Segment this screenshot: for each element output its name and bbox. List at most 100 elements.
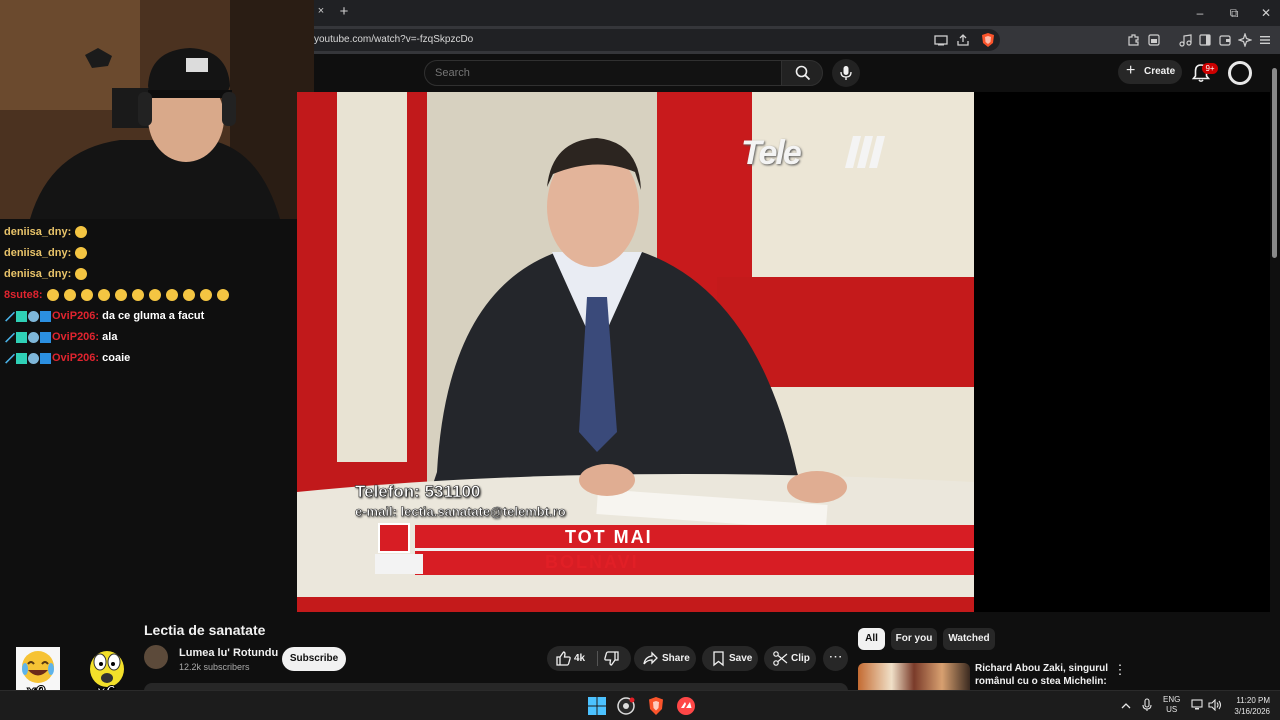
banner-line-2: BOLNAVI <box>545 552 639 572</box>
create-button[interactable]: + Create <box>1118 60 1182 84</box>
cube-badge-icon <box>40 352 51 364</box>
chat-username: deniisa_dny <box>4 268 68 280</box>
brave-shield-icon[interactable] <box>980 32 996 48</box>
chip-for-you[interactable]: For you <box>891 628 937 650</box>
like-count: 4k <box>574 653 586 664</box>
chat-text: coaie <box>102 352 131 364</box>
dislike-button[interactable] <box>603 650 620 667</box>
new-tab-button[interactable]: + <box>336 3 352 21</box>
search-button[interactable] <box>781 60 823 86</box>
clip-label: Clip <box>791 653 810 664</box>
email-overlay-text: e-mail: lectia.sanatate@telembt.ro <box>355 504 566 520</box>
surprised-emote-icon <box>114 289 127 302</box>
sword-badge-icon <box>5 353 15 364</box>
chat-username: deniisa_dny <box>4 226 68 238</box>
bookmark-icon <box>713 651 724 667</box>
share-icon <box>643 651 658 665</box>
surprised-emote-icon <box>63 289 76 302</box>
laughing-emote-icon <box>75 247 88 260</box>
surprised-emote-icon <box>46 289 59 302</box>
address-bar[interactable]: youtube.com/watch?v=-fzqSkpzcDo <box>314 29 1000 51</box>
minimize-button[interactable]: – <box>1190 5 1210 21</box>
tab-manager-icon[interactable] <box>1147 33 1161 47</box>
subscribe-button[interactable]: Subscribe <box>282 647 346 671</box>
notification-count-badge: 9+ <box>1202 63 1218 74</box>
chat-message: OviP206: ala <box>0 327 300 348</box>
wallet-icon[interactable] <box>1218 33 1232 47</box>
leo-ai-icon[interactable] <box>1238 33 1252 47</box>
cast-icon[interactable] <box>934 33 948 47</box>
surprised-emote-icon <box>199 289 212 302</box>
surprised-emote-icon <box>97 289 110 302</box>
more-actions-button[interactable]: ⋯ <box>823 646 848 671</box>
subscriber-count: 12.2k subscribers <box>179 662 250 672</box>
video-player[interactable]: Tele Telefon: 531100 e-mail: lectia.sana… <box>297 92 974 612</box>
channel-avatar[interactable] <box>144 645 168 669</box>
create-label: Create <box>1144 66 1176 77</box>
sidebar-icon[interactable] <box>1198 33 1212 47</box>
microphone-tray-icon[interactable] <box>1141 698 1153 712</box>
save-button[interactable]: Save <box>702 646 758 671</box>
ea-app-icon[interactable] <box>676 696 696 716</box>
chip-all[interactable]: All <box>858 628 885 650</box>
laughing-emote-icon <box>75 268 88 281</box>
chat-message: OviP206: da ce gluma a facut <box>0 306 300 327</box>
chat-message: deniisa_dny: <box>0 222 300 243</box>
surprised-emote-icon <box>182 289 195 302</box>
chat-message: deniisa_dny: <box>0 264 300 285</box>
recommended-video-menu[interactable]: ⋮ <box>1113 662 1127 678</box>
menu-icon[interactable] <box>1258 33 1272 47</box>
scrollbar-thumb[interactable] <box>1272 68 1277 258</box>
subscriber-badge-icon <box>16 331 27 343</box>
sword-badge-icon <box>5 332 15 343</box>
tab-close-button[interactable]: × <box>314 5 328 21</box>
laughing-emote-icon <box>75 226 88 239</box>
search-icon <box>795 65 811 81</box>
language-indicator[interactable]: ENG US <box>1163 695 1180 715</box>
network-icon[interactable] <box>1191 699 1205 711</box>
chat-username: deniisa_dny <box>4 247 68 259</box>
chat-username: 8sute8 <box>4 289 39 301</box>
like-button[interactable] <box>555 650 572 667</box>
media-icon[interactable] <box>1178 33 1192 47</box>
microphone-icon <box>840 66 852 80</box>
obs-app-icon[interactable] <box>616 696 636 716</box>
surprised-emote-icon <box>80 289 93 302</box>
volume-icon[interactable] <box>1208 699 1222 711</box>
system-clock[interactable]: 11:20 PM 3/16/2026 <box>1226 695 1270 717</box>
brave-browser-icon[interactable] <box>646 696 666 716</box>
surprised-emote-icon <box>148 289 161 302</box>
chat-message: deniisa_dny: <box>0 243 300 264</box>
recommended-video-thumbnail[interactable] <box>858 663 970 693</box>
channel-name[interactable]: Lumea lu' Rotundu <box>179 647 278 659</box>
phone-overlay-text: Telefon: 531100 <box>355 482 481 502</box>
tray-expand-icon[interactable] <box>1120 700 1132 712</box>
emote-row <box>46 289 233 302</box>
chat-username: OviP206 <box>52 331 96 343</box>
clip-button[interactable]: Clip <box>764 646 816 671</box>
chat-text: da ce gluma a facut <box>102 310 205 322</box>
divider <box>597 651 598 666</box>
url-text: youtube.com/watch?v=-fzqSkpzcDo <box>314 34 474 45</box>
subscriber-badge-icon <box>16 310 27 322</box>
webcam-overlay <box>0 0 314 219</box>
streamer-webcam-image <box>0 0 314 219</box>
account-avatar[interactable] <box>1228 61 1252 85</box>
channel-logo-text: Tele <box>741 134 802 172</box>
share-page-icon[interactable] <box>956 33 970 47</box>
browser-tab-bar: × + – ⧉ ✕ <box>314 0 1280 26</box>
extensions-icon[interactable] <box>1126 33 1140 47</box>
voice-search-button[interactable] <box>832 59 860 87</box>
stream-chat: deniisa_dny: deniisa_dny: deniisa_dny: 8… <box>0 222 300 369</box>
windows-start-icon[interactable] <box>587 696 607 716</box>
chat-message: 8sute8: <box>0 285 300 306</box>
search-box <box>424 60 782 86</box>
restore-button[interactable]: ⧉ <box>1224 5 1244 21</box>
share-button[interactable]: Share <box>634 646 696 671</box>
clock-time: 11:20 PM <box>1236 696 1270 705</box>
surprised-emote-icon <box>165 289 178 302</box>
chip-watched[interactable]: Watched <box>943 628 995 650</box>
search-input[interactable] <box>435 65 765 81</box>
close-window-button[interactable]: ✕ <box>1256 5 1276 21</box>
channel-logo-bars-icon <box>845 136 885 168</box>
